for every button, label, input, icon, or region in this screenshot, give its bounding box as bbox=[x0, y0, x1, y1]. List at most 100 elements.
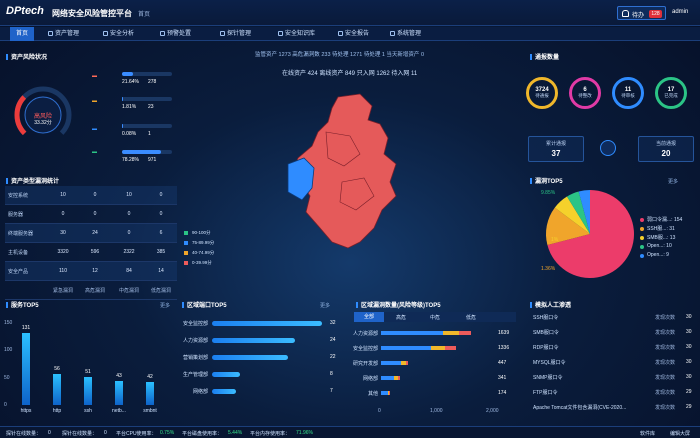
y-tick: 100 bbox=[4, 347, 13, 354]
risk-line: ▬ bbox=[92, 149, 97, 155]
nav-probes[interactable]: 探针管理 bbox=[220, 27, 251, 41]
table-row: 服务器 0 0 0 0 bbox=[5, 205, 177, 224]
notification-badge: 128 bbox=[649, 10, 662, 18]
nav-knowledge[interactable]: 安全知识库 bbox=[278, 27, 315, 41]
level-seg bbox=[459, 331, 471, 335]
notification-button[interactable]: 待办 128 bbox=[617, 6, 666, 20]
bar-value: 43 bbox=[116, 373, 122, 380]
port-more-link[interactable]: 更多 bbox=[320, 302, 330, 309]
risk-fill bbox=[122, 72, 133, 76]
legend-item: 40-74.99分 bbox=[184, 248, 214, 258]
nav-label: 系统管理 bbox=[397, 31, 422, 37]
legend-item: Open...: 10 bbox=[640, 243, 698, 252]
legend-label: Open... bbox=[647, 243, 664, 249]
list-item[interactable]: Apache Tomcat文件包含漏洞(CVE-2020... 发现次数 29 bbox=[530, 402, 696, 414]
service-more-link[interactable]: 更多 bbox=[160, 302, 170, 309]
list-item[interactable]: SSH服口令 发现次数 30 bbox=[530, 312, 696, 324]
axis-tick: 1,000 bbox=[430, 408, 443, 414]
region-map[interactable] bbox=[280, 92, 420, 252]
notice-circle[interactable]: 11 待审核 bbox=[612, 77, 644, 109]
port-value: 32 bbox=[330, 320, 336, 326]
risk-fill bbox=[122, 97, 123, 101]
port-row: 网络部 7 bbox=[178, 386, 338, 398]
vuln-more-link[interactable]: 更多 bbox=[668, 178, 678, 185]
port-row: 生产管理部 8 bbox=[178, 369, 338, 381]
port-value: 7 bbox=[330, 388, 333, 394]
item-name: SNMP服口令 bbox=[533, 375, 563, 381]
current-notice-box: 当前通报 20 bbox=[638, 136, 694, 162]
port-value: 8 bbox=[330, 371, 333, 377]
table-row: 安控系统 10 0 10 0 bbox=[5, 186, 177, 205]
nav-label: 探针管理 bbox=[227, 31, 252, 37]
asset-table-title: 资产类型漏洞统计 bbox=[6, 176, 59, 185]
bell-icon bbox=[622, 10, 629, 17]
level-seg bbox=[444, 346, 457, 350]
nav-alerts[interactable]: 预警处置 bbox=[160, 27, 191, 41]
risk-fill bbox=[122, 124, 123, 128]
level-seg bbox=[397, 376, 401, 380]
notice-circle[interactable]: 17 已完成 bbox=[655, 77, 687, 109]
nav-label: 首页 bbox=[16, 31, 29, 37]
level-total: 1639 bbox=[498, 330, 510, 336]
gauge-value: 33.32分 bbox=[34, 120, 52, 126]
port-value: 24 bbox=[330, 337, 336, 343]
level-seg bbox=[381, 361, 402, 365]
legend-item: 0-39.99分 bbox=[184, 258, 214, 268]
tab-high[interactable]: 高危 bbox=[396, 314, 406, 321]
tab-medium[interactable]: 中危 bbox=[430, 314, 440, 321]
table-footer: 紧急漏洞 高危漏洞 中危漏洞 低危漏洞 bbox=[5, 281, 177, 300]
nav-analysis[interactable]: 安全分析 bbox=[103, 27, 134, 41]
software-lib-link[interactable]: 软件库 bbox=[640, 430, 655, 437]
risk-row: 21.64% 278 bbox=[122, 72, 172, 85]
list-item[interactable]: MYSQL服口令 发现次数 30 bbox=[530, 357, 696, 369]
level-label: 安全监控部 bbox=[352, 346, 378, 352]
notice-circle[interactable]: 3724 待通报 bbox=[526, 77, 558, 109]
x-tick: netb... bbox=[112, 408, 126, 414]
level-seg bbox=[381, 376, 395, 380]
item-count: 29 bbox=[686, 404, 692, 410]
nav-label: 预警处置 bbox=[167, 31, 192, 37]
item-status: 发现次数 bbox=[655, 375, 676, 381]
tab-all[interactable]: 全部 bbox=[354, 312, 384, 322]
item-name: MYSQL服口令 bbox=[533, 360, 566, 366]
list-item[interactable]: SNMP服口令 发现次数 30 bbox=[530, 372, 696, 384]
nav-label: 安全知识库 bbox=[285, 31, 316, 37]
notice-circle[interactable]: 6 待整改 bbox=[569, 77, 601, 109]
x-tick: ssh bbox=[84, 408, 92, 414]
total-notice-box: 累计通报 37 bbox=[528, 136, 584, 162]
port-top-title: 区域端口TOP5 bbox=[182, 300, 227, 309]
disk-value: 5.44% bbox=[228, 430, 243, 436]
list-item[interactable]: FTP服口令 发现次数 29 bbox=[530, 387, 696, 399]
level-label: 网络部 bbox=[362, 376, 378, 382]
risk-row: 78.28% 971 bbox=[122, 150, 172, 163]
logo: DPtech bbox=[6, 5, 44, 17]
list-item[interactable]: SMB服口令 发现次数 30 bbox=[530, 327, 696, 339]
status-bar: 探针在线数量： 0 探针在线数量： 0 平台CPU使用率： 0.75% 平台磁盘… bbox=[0, 426, 700, 438]
top-header: DPtech 网络安全风险管控平台 首页 待办 128 admin bbox=[0, 0, 700, 26]
nav-assets[interactable]: 资产管理 bbox=[48, 27, 79, 41]
port-label: 生产管理部 bbox=[182, 372, 208, 378]
level-label: 人力资源部 bbox=[352, 331, 378, 337]
edit-screen-link[interactable]: 编辑大屏 bbox=[670, 430, 690, 437]
vuln-top-title: 漏洞TOP5 bbox=[530, 176, 563, 185]
table-row: 安全产品 110 12 84 14 bbox=[5, 262, 177, 281]
user-menu[interactable]: admin bbox=[672, 9, 688, 15]
risk-count: 971 bbox=[148, 157, 157, 163]
nav-system[interactable]: 系统管理 bbox=[390, 27, 421, 41]
home-link[interactable]: 首页 bbox=[138, 9, 150, 18]
risk-count: 1 bbox=[148, 131, 151, 137]
axis-tick: 0 bbox=[378, 408, 381, 414]
table-row: 主机设备 3320 596 2322 385 bbox=[5, 243, 177, 262]
level-seg bbox=[442, 331, 460, 335]
tab-low[interactable]: 低危 bbox=[466, 314, 476, 321]
legend-label: SMB服... bbox=[647, 235, 668, 241]
legend-item: 弱口令漏...: 154 bbox=[640, 216, 698, 225]
bar bbox=[22, 333, 30, 405]
nav-reports[interactable]: 安全报告 bbox=[338, 27, 369, 41]
item-name: FTP服口令 bbox=[533, 390, 558, 396]
port-row: 人力资源部 24 bbox=[178, 335, 338, 347]
nav-label: 资产管理 bbox=[55, 31, 80, 37]
nav-home[interactable]: 首页 bbox=[10, 27, 35, 41]
pie-slice-label: 9.85% bbox=[541, 190, 556, 196]
list-item[interactable]: RDP服口令 发现次数 30 bbox=[530, 342, 696, 354]
